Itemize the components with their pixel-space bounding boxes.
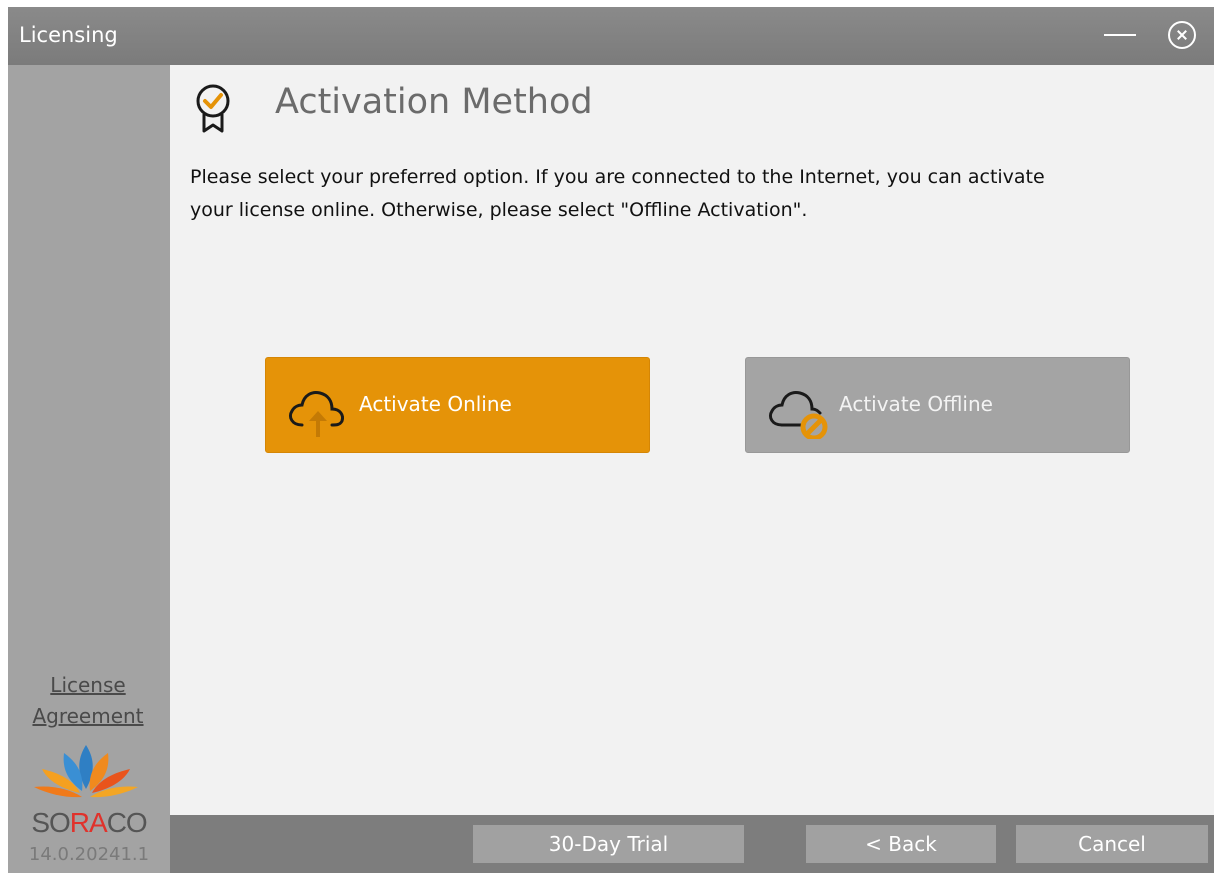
trial-button[interactable]: 30-Day Trial (473, 825, 744, 863)
title-bar: Licensing (8, 7, 1214, 65)
window-title: Licensing (19, 23, 118, 47)
activate-offline-button[interactable]: Activate Offline (745, 357, 1130, 453)
sidebar: License Agreement SORACO 14.0.20241.1 (8, 65, 170, 873)
soraco-logo-text: SORACO (31, 807, 147, 838)
page-title: Activation Method (275, 82, 593, 122)
close-button[interactable] (1168, 21, 1196, 49)
license-agreement-link[interactable]: License Agreement (18, 670, 158, 732)
award-check-icon (196, 84, 230, 133)
activate-online-label: Activate Online (359, 392, 512, 416)
licensing-window: Licensing License Agreement SORACO 14.0.… (8, 7, 1214, 873)
cloud-blocked-icon (768, 391, 828, 439)
instructions-text: Please select your preferred option. If … (190, 166, 1045, 221)
cancel-button[interactable]: Cancel (1016, 825, 1208, 863)
minimize-button[interactable] (1102, 24, 1138, 46)
cloud-upload-icon (288, 391, 344, 437)
version-label: 14.0.20241.1 (28, 844, 150, 865)
footer-bar: 30-Day Trial < Back Cancel (170, 815, 1214, 873)
back-button[interactable]: < Back (806, 825, 996, 863)
soraco-logo-icon (34, 745, 138, 798)
activate-offline-label: Activate Offline (839, 392, 993, 416)
main-content: Activation Method Please select your pre… (170, 65, 1214, 815)
activate-online-button[interactable]: Activate Online (265, 357, 650, 453)
